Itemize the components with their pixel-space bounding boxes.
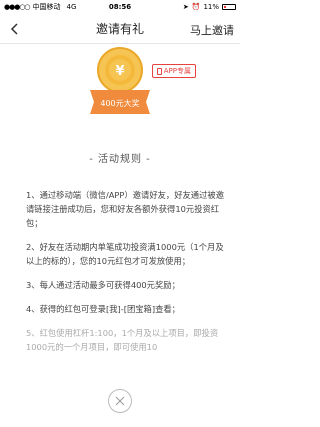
battery-icon: [222, 4, 236, 10]
phone-icon: [156, 67, 162, 75]
clock: 08:56: [108, 3, 132, 11]
rules-list: 1、通过移动端（微信/APP）邀请好友，好友通过被邀请链接注册成功后，您和好友各…: [26, 188, 224, 364]
invite-now-button[interactable]: 马上邀请: [190, 22, 234, 38]
medal-text: 400元大奖: [100, 98, 139, 108]
status-bar: ●●●○○ 中国移动 4G 08:56 ➤ ⏰ 11%: [0, 0, 240, 14]
back-arrow-icon[interactable]: [8, 22, 22, 36]
close-button[interactable]: [108, 389, 132, 413]
rules-title: - 活动规则 -: [89, 154, 151, 165]
reward-medal: ¥ 400元大奖: [90, 47, 150, 114]
rule-item: 4、获得的红包可登录[我]-[团宝箱]查看；: [26, 304, 180, 314]
rule-item: 1、通过移动端（微信/APP）邀请好友，好友通过被邀请链接注册成功后，您和好友各…: [26, 190, 224, 228]
rule-item: 5、红包使用杠杆1:100，1个月及以上项目，即投资1000元的一个月项目，即可…: [26, 328, 219, 352]
rule-item: 2、好友在活动期内单笔成功投资满1000元（1个月及以上的标的），您的10元红包…: [26, 242, 224, 266]
close-icon: [115, 396, 125, 406]
nav-bar: 邀请有礼 马上邀请: [0, 14, 240, 44]
app-exclusive-label: APP专属: [163, 67, 191, 75]
page-title: 邀请有礼: [95, 22, 144, 36]
app-exclusive-badge: APP专属: [151, 64, 196, 78]
medal-symbol: ¥: [115, 64, 124, 79]
rule-item: 3、每人通过活动最多可获得400元奖励；: [26, 280, 180, 290]
